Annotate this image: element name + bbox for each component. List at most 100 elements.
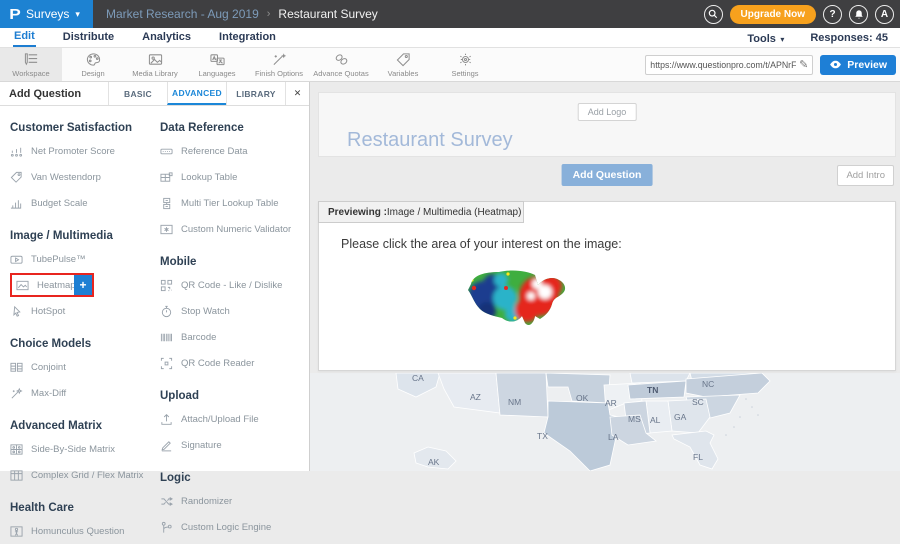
question-type-budget-scale[interactable]: Budget Scale xyxy=(10,190,152,216)
breadcrumb-parent[interactable]: Market Research - Aug 2019 xyxy=(106,7,259,21)
tab-advanced[interactable]: ADVANCED xyxy=(167,82,226,105)
add-logo-button[interactable]: Add Logo xyxy=(578,103,637,121)
add-intro-button[interactable]: Add Intro xyxy=(837,165,894,186)
survey-canvas: CA AZ NM OK AR TN NC SC MS AL GA TX LA F… xyxy=(310,82,900,471)
multi-tier-icon xyxy=(160,197,173,210)
state-label: FL xyxy=(693,452,703,462)
state-label: AZ xyxy=(470,392,481,402)
question-type-van-westendorp[interactable]: Van Westendorp xyxy=(10,164,152,190)
signature-icon xyxy=(160,439,173,452)
upgrade-now-button[interactable]: Upgrade Now xyxy=(730,5,816,24)
toolbar-workspace[interactable]: Workspace xyxy=(0,48,62,81)
toolbar-advance-quotas[interactable]: Advance Quotas xyxy=(310,48,372,81)
nps-icon xyxy=(10,145,23,158)
question-type-net-promoter-score[interactable]: Net Promoter Score xyxy=(10,138,152,164)
question-type-qr-like-dislike[interactable]: QR Code - Like / Dislike xyxy=(160,272,310,298)
surveys-menu[interactable]: P Surveys ▾ xyxy=(0,0,93,28)
question-type-hotspot[interactable]: HotSpot xyxy=(10,298,152,324)
question-type-side-by-side-matrix[interactable]: Side-By-Side Matrix xyxy=(10,436,152,462)
question-type-qr-reader[interactable]: QR Code Reader xyxy=(160,350,310,376)
question-type-max-diff[interactable]: Max-Diff xyxy=(10,380,152,406)
question-type-complex-grid[interactable]: Complex Grid / Flex Matrix xyxy=(10,462,152,488)
state-label: TN xyxy=(647,385,658,395)
state-label: LA xyxy=(608,432,618,442)
breadcrumb-separator: › xyxy=(267,8,271,20)
chevron-down-icon: ▾ xyxy=(780,35,784,44)
workspace-icon xyxy=(23,52,40,67)
question-type-heatmap-highlighted[interactable]: Heatmap + xyxy=(10,273,94,297)
state-label: SC xyxy=(692,397,704,407)
responses-count[interactable]: Responses: 45 xyxy=(810,32,888,44)
add-heatmap-button[interactable]: + xyxy=(74,275,92,295)
question-type-multi-tier-lookup[interactable]: Multi Tier Lookup Table xyxy=(160,190,310,216)
question-type-reference-data[interactable]: Reference Data xyxy=(160,138,310,164)
breadcrumb: Market Research - Aug 2019 › Restaurant … xyxy=(106,0,378,28)
section-health-care: Health Care xyxy=(10,502,152,514)
add-question-row: Add Question Add Intro xyxy=(318,162,896,190)
help-button[interactable]: ? xyxy=(823,5,842,24)
qr-reader-icon xyxy=(160,357,173,370)
toolbar-languages[interactable]: Languages xyxy=(186,48,248,81)
heatmap-icon xyxy=(16,279,29,292)
state-label: GA xyxy=(674,412,686,422)
question-type-stop-watch[interactable]: Stop Watch xyxy=(160,298,310,324)
section-advanced-matrix: Advanced Matrix xyxy=(10,420,152,432)
section-data-reference: Data Reference xyxy=(160,122,310,134)
question-type-custom-logic[interactable]: Custom Logic Engine xyxy=(160,514,310,540)
search-button[interactable] xyxy=(704,5,723,24)
tag-icon xyxy=(10,171,23,184)
state-label: MS xyxy=(628,414,641,424)
tab-analytics[interactable]: Analytics xyxy=(141,29,192,46)
survey-url-field[interactable]: ✎ xyxy=(645,55,813,75)
panel-title: Add Question xyxy=(0,82,108,105)
links-icon xyxy=(333,52,350,67)
close-icon[interactable]: ✕ xyxy=(285,82,309,105)
previewing-tab: Previewing : Image / Multimedia (Heatmap… xyxy=(318,201,524,223)
tab-distribute[interactable]: Distribute xyxy=(62,29,115,46)
bell-icon xyxy=(854,9,864,20)
question-type-barcode[interactable]: Barcode xyxy=(160,324,310,350)
tools-menu[interactable]: Tools ▾ xyxy=(747,29,784,47)
tab-edit[interactable]: Edit xyxy=(13,28,36,47)
matrix-icon xyxy=(10,443,23,456)
question-type-signature[interactable]: Signature xyxy=(160,432,310,458)
preview-button[interactable]: Preview xyxy=(820,55,896,75)
tab-library[interactable]: LIBRARY xyxy=(226,82,285,105)
question-type-tubepulse[interactable]: TubePulse™ xyxy=(10,246,152,272)
toolbar-variables[interactable]: Variables xyxy=(372,48,434,81)
toolbar-design[interactable]: Design xyxy=(62,48,124,81)
edit-url-icon[interactable]: ✎ xyxy=(799,58,808,71)
question-type-homunculus[interactable]: Homunculus Question xyxy=(10,518,152,544)
section-choice-models: Choice Models xyxy=(10,338,152,350)
state-label: TX xyxy=(537,431,548,441)
survey-title[interactable]: Restaurant Survey xyxy=(347,129,513,152)
question-type-attach-upload[interactable]: Attach/Upload File xyxy=(160,406,310,432)
question-type-numeric-validator[interactable]: Custom Numeric Validator xyxy=(160,216,310,242)
us-map-background: CA AZ NM OK AR TN NC SC MS AL GA TX LA F… xyxy=(310,373,900,471)
translate-icon xyxy=(209,52,226,67)
cursor-icon xyxy=(10,305,23,318)
wand-icon xyxy=(271,52,288,67)
conjoint-icon xyxy=(10,361,23,374)
heatmap-usa-image[interactable] xyxy=(461,266,583,342)
question-type-randomizer[interactable]: Randomizer xyxy=(160,488,310,514)
notifications-button[interactable] xyxy=(849,5,868,24)
tab-integration[interactable]: Integration xyxy=(218,29,277,46)
state-label: AL xyxy=(650,415,660,425)
section-customer-satisfaction: Customer Satisfaction xyxy=(10,122,152,134)
toolbar-finish-options[interactable]: Finish Options xyxy=(248,48,310,81)
question-type-lookup-table[interactable]: Lookup Table xyxy=(160,164,310,190)
question-preview-card: Previewing : Image / Multimedia (Heatmap… xyxy=(318,201,896,371)
account-avatar[interactable]: A xyxy=(875,5,894,24)
add-question-button[interactable]: Add Question xyxy=(562,164,653,186)
toolbar-settings[interactable]: Settings xyxy=(434,48,496,81)
tab-basic[interactable]: BASIC xyxy=(108,82,167,105)
toolbar-media-library[interactable]: Media Library xyxy=(124,48,186,81)
palette-icon xyxy=(85,52,102,67)
gear-icon xyxy=(457,52,474,67)
barcode-icon xyxy=(160,331,173,344)
survey-url-input[interactable] xyxy=(650,60,796,70)
branch-icon xyxy=(160,521,173,534)
question-type-conjoint[interactable]: Conjoint xyxy=(10,354,152,380)
breadcrumb-current: Restaurant Survey xyxy=(278,7,377,21)
